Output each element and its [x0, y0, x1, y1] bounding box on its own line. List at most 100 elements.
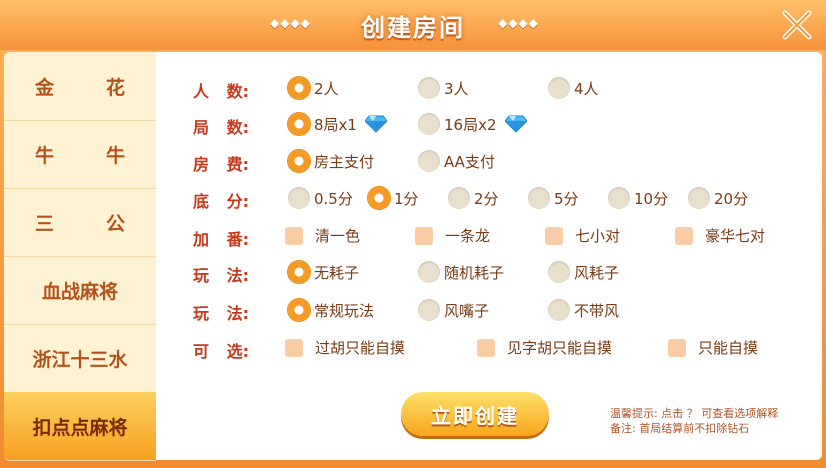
option-label: 七小对	[575, 227, 621, 245]
radio-icon	[548, 299, 570, 321]
option-radio[interactable]: 16局x2	[418, 113, 527, 135]
diamond-icon	[364, 115, 387, 133]
radio-icon	[418, 77, 440, 99]
radio-selected-icon	[368, 187, 390, 209]
option-label: 10分	[634, 189, 669, 208]
option-radio[interactable]: 随机耗子	[418, 261, 504, 283]
sidebar-item-zhejiang[interactable]: 浙江十三水	[4, 324, 156, 393]
option-checkbox[interactable]: 只能自摸	[668, 337, 758, 358]
option-radio[interactable]: 风嘴子	[418, 299, 489, 321]
radio-icon	[418, 261, 440, 283]
option-checkbox[interactable]: 过胡只能自摸	[285, 337, 405, 358]
option-label: 豪华七对	[705, 227, 766, 245]
close-icon	[782, 10, 812, 40]
option-row-label-part: 房	[193, 155, 210, 174]
dialog-title: 创建房间	[361, 14, 465, 42]
sidebar-item-label: 浙江十三水	[32, 348, 128, 371]
sidebar-item-label: 花	[105, 76, 125, 99]
option-radio[interactable]: 4人	[548, 77, 599, 99]
sidebar-item-jinhua[interactable]: 金花	[4, 52, 156, 121]
diamond-icon	[504, 115, 527, 133]
option-radio[interactable]: 0.5分	[288, 187, 353, 209]
option-checkbox[interactable]: 清一色	[285, 225, 360, 246]
option-radio[interactable]: 10分	[608, 187, 668, 209]
option-radio[interactable]: 2分	[448, 187, 499, 209]
radio-icon	[688, 187, 710, 209]
radio-icon	[548, 261, 570, 283]
radio-selected-icon	[288, 261, 310, 283]
create-room-button[interactable]: 立即创建	[401, 392, 549, 436]
option-row-label: 局数:	[193, 114, 249, 138]
radio-selected-icon	[288, 299, 310, 321]
option-label: 常规玩法	[314, 301, 375, 320]
option-checkbox[interactable]: 豪华七对	[675, 225, 765, 246]
option-label: 1分	[394, 189, 419, 208]
option-label: 房主支付	[314, 152, 375, 171]
option-label: 不带风	[574, 301, 620, 320]
radio-icon	[608, 187, 630, 209]
option-radio[interactable]: 常规玩法	[288, 299, 374, 321]
title-decoration-right: ◆◆◆◆	[498, 16, 539, 30]
sidebar-item-label: 公	[105, 212, 125, 235]
option-radio[interactable]: AA支付	[418, 150, 495, 172]
radio-icon	[418, 113, 440, 135]
radio-icon	[418, 150, 440, 172]
option-row-label: 房费:	[193, 151, 249, 175]
option-checkbox[interactable]: 一条龙	[415, 225, 490, 246]
option-radio[interactable]: 8局x1	[288, 113, 387, 135]
option-radio[interactable]: 2人	[288, 77, 339, 99]
option-label: 只能自摸	[698, 339, 759, 357]
option-label: 一条龙	[445, 227, 491, 245]
checkbox-icon	[285, 338, 303, 357]
option-row-label-part: 费:	[226, 155, 249, 174]
sidebar-item-niuniu[interactable]: 牛牛	[4, 120, 156, 189]
option-radio[interactable]: 1分	[368, 187, 419, 209]
option-radio[interactable]: 风耗子	[548, 261, 619, 283]
option-row-label-part: 底	[193, 192, 210, 211]
option-label: 16局x2	[444, 115, 497, 134]
sidebar-item-label: 牛	[105, 144, 125, 167]
option-label: 2人	[314, 79, 339, 98]
option-label: 5分	[554, 189, 579, 208]
option-radio[interactable]: 3人	[418, 77, 469, 99]
option-row-label: 玩法:	[193, 300, 249, 324]
checkbox-icon	[545, 226, 563, 245]
option-label: 过胡只能自摸	[315, 339, 406, 357]
remark-text: 备注: 首局结算前不扣除钻石	[610, 422, 750, 435]
sidebar-item-xuezhan[interactable]: 血战麻将	[4, 256, 156, 325]
option-label: 清一色	[315, 227, 361, 245]
option-row-label-part: 玩	[193, 304, 210, 323]
option-label: 风耗子	[574, 263, 620, 282]
option-label: 3人	[444, 79, 469, 98]
option-label: 见字胡只能自摸	[507, 339, 613, 357]
option-radio[interactable]: 不带风	[548, 299, 619, 321]
sidebar-item-koudiandian[interactable]: 扣点点麻将	[4, 392, 156, 461]
option-label: 4人	[574, 79, 599, 98]
option-checkbox[interactable]: 七小对	[545, 225, 620, 246]
option-radio[interactable]: 房主支付	[288, 150, 374, 172]
game-sidebar: 金花 牛牛 三公 血战麻将 浙江十三水 扣点点麻将	[4, 52, 156, 461]
sidebar-item-label: 扣点点麻将	[32, 416, 128, 439]
option-row-label: 可选:	[193, 338, 249, 362]
sidebar-item-sangong[interactable]: 三公	[4, 188, 156, 257]
radio-icon	[548, 77, 570, 99]
sidebar-item-label: 血战麻将	[41, 280, 118, 303]
close-button[interactable]	[776, 4, 818, 46]
option-checkbox[interactable]: 见字胡只能自摸	[477, 337, 612, 358]
checkbox-icon	[668, 338, 686, 357]
option-radio[interactable]: 5分	[528, 187, 579, 209]
option-row-label-part: 人	[193, 82, 210, 101]
option-label: 风嘴子	[444, 301, 490, 320]
option-row-label: 底分:	[193, 188, 249, 212]
dialog-header: ◆◆◆◆ 创建房间 ◆◆◆◆	[0, 0, 826, 50]
option-row-label-part: 可	[193, 342, 210, 361]
option-radio[interactable]: 20分	[688, 187, 748, 209]
option-radio[interactable]: 无耗子	[288, 261, 359, 283]
sidebar-item-label: 金	[35, 76, 55, 99]
option-row-label: 加番:	[193, 226, 249, 250]
radio-icon	[418, 299, 440, 321]
radio-icon	[448, 187, 470, 209]
option-label: 20分	[714, 189, 749, 208]
option-row-label-part: 选:	[226, 342, 249, 361]
option-label: 8局x1	[314, 115, 357, 134]
